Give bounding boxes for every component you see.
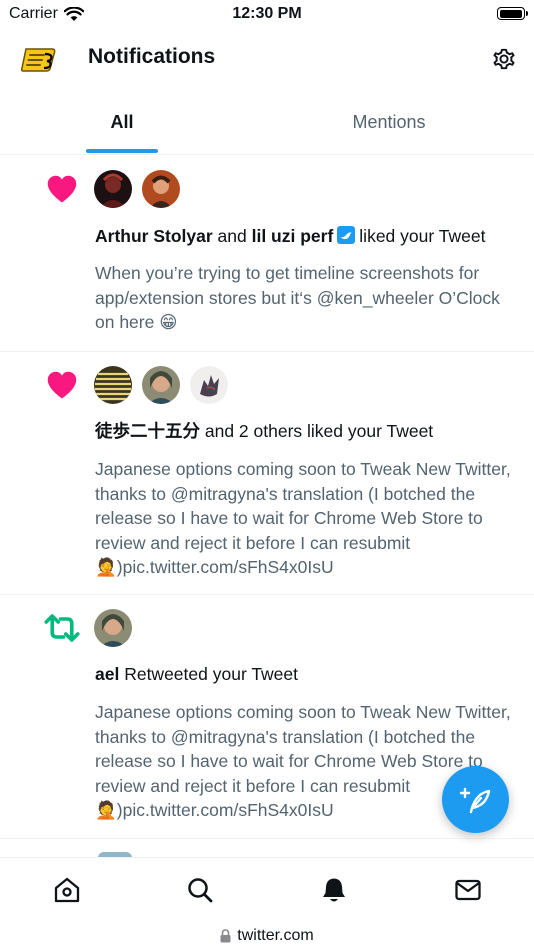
notification-item[interactable]: Arthur Stolyar and lil uzi perf liked you…	[0, 155, 534, 352]
notification-tabs: All Mentions	[0, 90, 534, 155]
gear-icon[interactable]	[491, 46, 517, 72]
battery-icon	[497, 7, 528, 20]
browser-url-bar[interactable]: twitter.com	[0, 921, 534, 950]
tweak-new-twitter-logo[interactable]	[20, 45, 58, 73]
avatar[interactable]	[190, 366, 228, 404]
mail-icon[interactable]	[454, 876, 482, 904]
action-text: and 2 others liked your Tweet	[204, 421, 434, 441]
avatar[interactable]	[94, 170, 132, 208]
action-text: liked your Tweet	[359, 226, 486, 246]
url-domain: twitter.com	[237, 926, 314, 944]
notification-summary: 徒歩二十五分 and 2 others liked your Tweet	[95, 419, 433, 443]
avatar[interactable]	[142, 366, 180, 404]
header: Notifications	[0, 28, 534, 90]
verified-badge-icon	[337, 226, 356, 244]
notification-summary: Arthur Stolyar and lil uzi perf liked you…	[95, 224, 485, 248]
actor-avatars	[94, 170, 180, 208]
heart-icon	[47, 371, 77, 399]
notification-summary: ael Retweeted your Tweet	[95, 662, 298, 686]
retweet-icon	[44, 614, 80, 642]
avatar[interactable]	[142, 170, 180, 208]
page-title: Notifications	[88, 45, 216, 68]
notification-item[interactable]: 徒歩二十五分 and 2 others liked your Tweet Jap…	[0, 351, 534, 595]
action-text: Retweeted your Tweet	[124, 664, 299, 684]
tweet-text[interactable]: When you’re trying to get timeline scree…	[95, 261, 515, 335]
actor-name[interactable]: ael	[95, 664, 119, 684]
bottom-nav	[0, 857, 534, 922]
compose-tweet-icon	[459, 787, 490, 813]
tab-mentions[interactable]: Mentions	[244, 90, 534, 154]
connector-text: and	[217, 226, 247, 246]
tweet-text[interactable]: Japanese options coming soon to Tweak Ne…	[95, 457, 515, 580]
actor-name[interactable]: lil uzi perf	[252, 226, 334, 246]
tab-all[interactable]: All	[0, 90, 244, 154]
avatar[interactable]	[94, 609, 132, 647]
lock-icon	[220, 928, 231, 942]
compose-tweet-button[interactable]	[442, 766, 509, 833]
bell-icon[interactable]	[320, 876, 348, 904]
clock: 12:30 PM	[232, 5, 302, 22]
selected-tab-indicator	[86, 149, 158, 153]
status-bar: Carrier 12:30 PM	[0, 0, 534, 28]
heart-icon	[47, 175, 77, 203]
actor-name[interactable]: Arthur Stolyar	[95, 226, 213, 246]
search-icon[interactable]	[186, 876, 214, 904]
avatar[interactable]	[94, 366, 132, 404]
actor-name[interactable]: 徒歩二十五分	[95, 421, 200, 441]
home-icon[interactable]	[53, 876, 81, 904]
actor-avatars	[94, 366, 228, 404]
actor-avatars	[94, 609, 132, 647]
